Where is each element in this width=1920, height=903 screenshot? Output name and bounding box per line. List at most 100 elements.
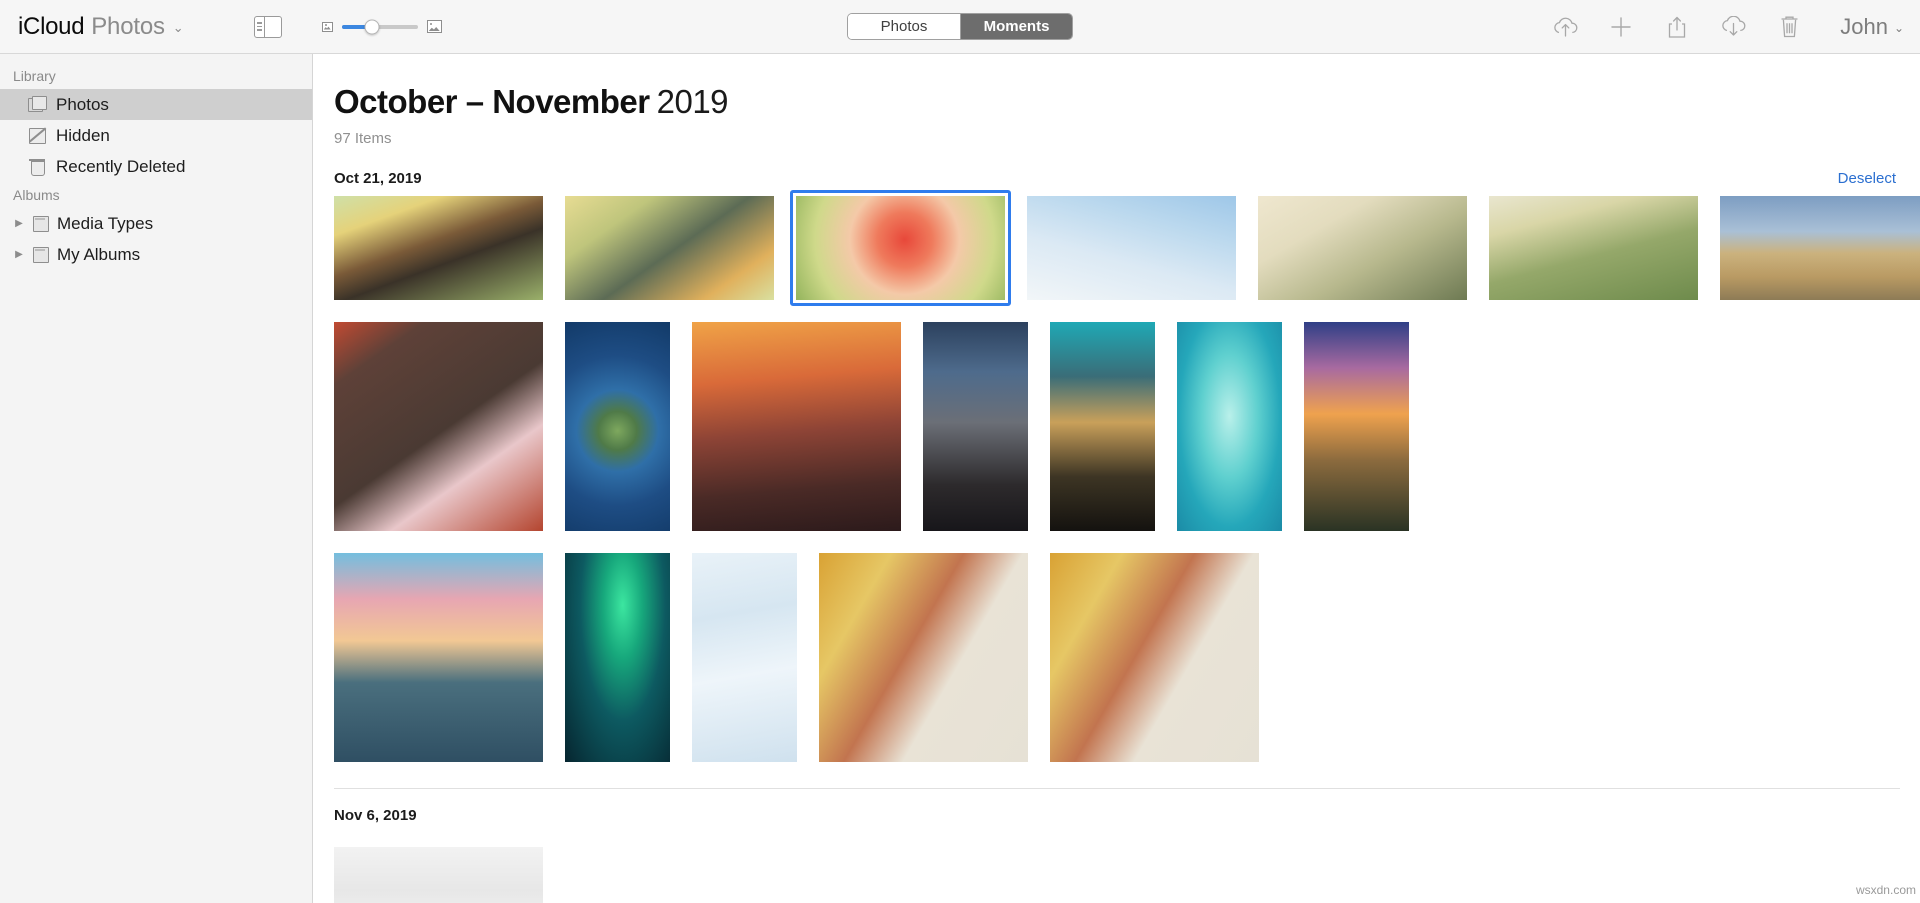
album-icon	[31, 246, 50, 263]
tab-moments[interactable]: Moments	[960, 14, 1072, 39]
trash-icon[interactable]	[1774, 12, 1804, 42]
download-icon[interactable]	[1718, 12, 1748, 42]
moment-date-label: Nov 6, 2019	[334, 807, 417, 824]
view-mode-segmented-control[interactable]: Photos Moments	[847, 13, 1073, 40]
sidebar-item-label: Hidden	[56, 125, 110, 145]
sidebar-item-label: Media Types	[57, 213, 154, 233]
trash-icon	[28, 158, 47, 176]
sidebar-toggle-icon[interactable]	[253, 15, 282, 38]
slider-thumb[interactable]	[364, 19, 380, 34]
chevron-down-icon: ⌄	[1893, 20, 1904, 35]
sidebar-item-label: Recently Deleted	[56, 156, 186, 176]
photo-image	[1304, 322, 1409, 531]
photo-row	[334, 553, 1900, 762]
photo-thumbnail[interactable]	[1177, 322, 1282, 531]
photo-thumbnail[interactable]	[334, 847, 543, 903]
photo-image	[796, 196, 1005, 300]
photo-image	[1050, 322, 1155, 531]
photo-image	[565, 322, 670, 531]
moment-section: Nov 6, 2019	[334, 788, 1900, 903]
photo-thumbnail[interactable]	[923, 322, 1028, 531]
photo-thumbnail[interactable]	[565, 196, 774, 300]
photo-thumbnail[interactable]	[819, 553, 1028, 762]
photo-thumbnail[interactable]	[1304, 322, 1409, 531]
sidebar-item-hidden[interactable]: Hidden	[0, 120, 312, 151]
photo-image	[334, 196, 543, 300]
add-icon[interactable]	[1606, 12, 1636, 42]
photo-image	[565, 196, 774, 300]
sidebar-item-media-types[interactable]: ▶ Media Types	[0, 208, 312, 239]
photo-thumbnail-selected[interactable]	[790, 190, 1011, 306]
photo-image	[1489, 196, 1698, 300]
sidebar-toggle-left-pane	[255, 16, 265, 37]
album-icon	[31, 215, 50, 232]
photo-image	[692, 322, 901, 531]
toolbar-actions: John ⌄	[1550, 12, 1904, 42]
share-icon[interactable]	[1662, 12, 1692, 42]
photos-stack-icon	[28, 96, 47, 113]
thumbnail-size-slider[interactable]	[321, 19, 442, 34]
app-brand[interactable]: iCloud Photos ⌄	[18, 13, 184, 41]
photo-thumbnail[interactable]	[565, 553, 670, 762]
photo-large-icon	[426, 20, 442, 33]
sidebar-section-header-albums: Albums	[13, 187, 60, 203]
photo-image	[1177, 322, 1282, 531]
photo-thumbnail[interactable]	[1027, 196, 1236, 300]
page-title-range: October – November	[334, 83, 650, 120]
photo-thumbnail[interactable]	[565, 322, 670, 531]
photo-thumbnail[interactable]	[1050, 322, 1155, 531]
photo-library-content: October – November 2019 97 Items Oct 21, …	[313, 54, 1920, 903]
brand-icloud-label: iCloud	[18, 12, 85, 40]
brand-app-label: Photos	[91, 12, 165, 40]
moment-date-label: Oct 21, 2019	[334, 170, 422, 187]
photo-thumbnail[interactable]	[1720, 196, 1920, 300]
slider-track[interactable]	[341, 19, 418, 34]
chevron-right-icon[interactable]: ▶	[14, 218, 24, 229]
moment-section: Oct 21, 2019 Deselect	[334, 170, 1920, 762]
photo-thumbnail[interactable]	[692, 322, 901, 531]
sidebar-item-label: My Albums	[57, 244, 141, 264]
photo-row	[334, 847, 1900, 903]
photo-thumbnail[interactable]	[1258, 196, 1467, 300]
page-title: October – November 2019	[334, 83, 1900, 121]
sidebar: Library Photos Hidden Recently Deleted A…	[0, 54, 313, 903]
account-menu[interactable]: John ⌄	[1840, 14, 1904, 40]
upload-to-icloud-icon[interactable]	[1550, 12, 1580, 42]
photo-thumbnail[interactable]	[334, 196, 543, 300]
watermark: wsxdn.com	[1855, 883, 1916, 897]
sidebar-section-header-library: Library	[13, 68, 56, 84]
photo-image	[1050, 553, 1259, 762]
photo-image	[334, 322, 543, 531]
photo-small-icon	[321, 21, 333, 32]
sidebar-item-recently-deleted[interactable]: Recently Deleted	[0, 151, 312, 182]
photo-image	[1720, 196, 1920, 300]
hidden-icon	[28, 127, 47, 144]
photo-thumbnail[interactable]	[334, 553, 543, 762]
photo-thumbnail[interactable]	[1050, 553, 1259, 762]
photo-image	[692, 553, 797, 762]
photo-image	[1027, 196, 1236, 300]
deselect-button[interactable]: Deselect	[1838, 170, 1900, 187]
photo-thumbnail[interactable]	[1489, 196, 1698, 300]
moments-list: Oct 21, 2019 Deselect Nov 6, 2019	[334, 170, 1920, 903]
page-title-year: 2019	[656, 83, 729, 120]
photo-thumbnail[interactable]	[334, 322, 543, 531]
sidebar-item-label: Photos	[56, 94, 109, 114]
photo-image	[1258, 196, 1467, 300]
items-count-label: 97 Items	[334, 130, 392, 147]
chevron-down-icon[interactable]: ⌄	[173, 20, 184, 36]
photo-row	[334, 322, 1900, 531]
account-name: John	[1840, 13, 1888, 39]
photo-thumbnail[interactable]	[692, 553, 797, 762]
app-body: Library Photos Hidden Recently Deleted A…	[0, 54, 1920, 903]
app-toolbar: iCloud Photos ⌄ Photos Moments John ⌄	[0, 0, 1920, 54]
moment-header: Oct 21, 2019 Deselect	[334, 170, 1900, 196]
sidebar-item-photos[interactable]: Photos	[0, 89, 312, 120]
photo-image	[334, 553, 543, 762]
moment-header: Nov 6, 2019	[334, 789, 1900, 833]
sidebar-item-my-albums[interactable]: ▶ My Albums	[0, 239, 312, 270]
photo-image	[923, 322, 1028, 531]
photo-image	[565, 553, 670, 762]
tab-photos[interactable]: Photos	[848, 14, 960, 39]
chevron-right-icon[interactable]: ▶	[14, 249, 24, 260]
